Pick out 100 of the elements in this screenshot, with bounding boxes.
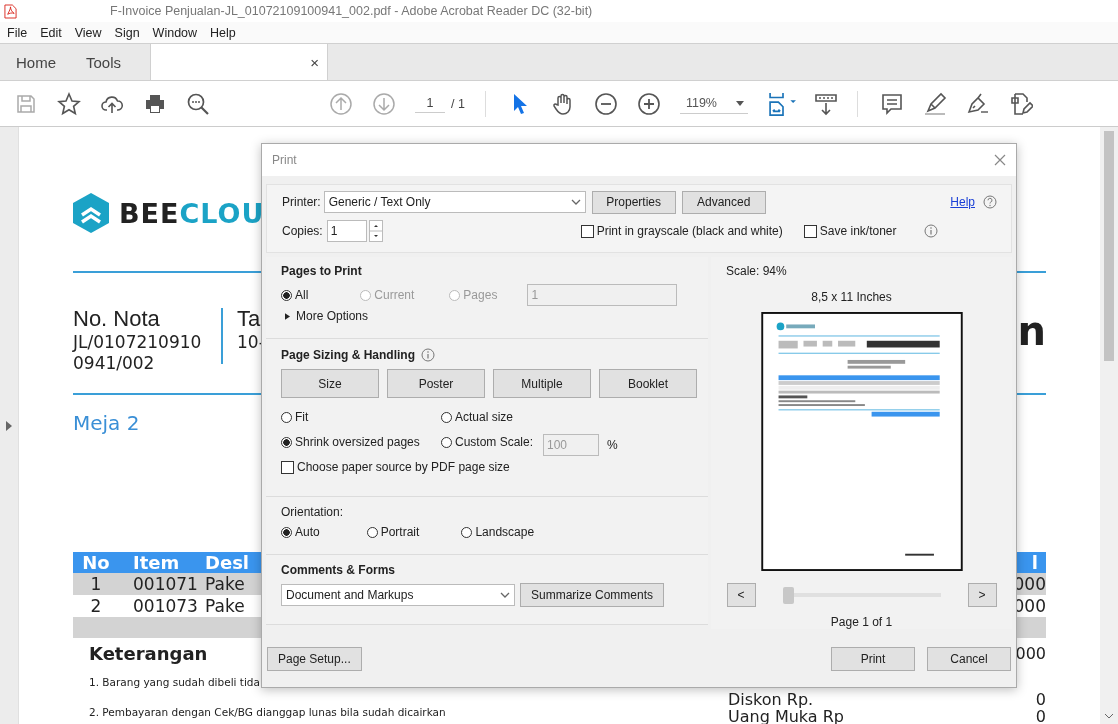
note-text: 1. Barang yang sudah dibeli tida (89, 675, 260, 689)
checkbox-option[interactable]: Print in grayscale (black and white) (580, 224, 783, 238)
copies-label: Copies: (282, 224, 323, 238)
menu-item[interactable]: Edit (40, 25, 62, 40)
total-label: Diskon Rp. (727, 691, 814, 708)
invoice-title: n (1017, 309, 1046, 352)
radio-option[interactable]: Portrait (366, 525, 420, 539)
close-tab-button[interactable]: × (310, 53, 320, 71)
scroll-mode-icon[interactable] (813, 91, 838, 116)
comments-dropdown[interactable]: Document and Markups (281, 584, 515, 606)
document-tab[interactable]: × (150, 44, 329, 80)
column-header: l (1031, 552, 1039, 574)
printer-dropdown[interactable]: Generic / Text Only (323, 191, 586, 213)
company-logo-text: BEECLOU (119, 199, 265, 227)
radio-option[interactable]: Auto (281, 525, 320, 539)
summarize-comments-button[interactable]: Summarize Comments (520, 583, 665, 607)
tab[interactable]: Tools (71, 44, 137, 80)
more-options-label[interactable]: More Options (296, 309, 369, 323)
copies-field[interactable]: 1 (326, 220, 367, 242)
page-number-field[interactable]: 1 (415, 94, 445, 113)
chevron-down-icon (570, 199, 581, 205)
invoice-number-label: No. Nota (73, 305, 161, 332)
radio-option[interactable]: Landscape (461, 525, 535, 539)
highlighter-icon[interactable] (922, 91, 947, 116)
menu-item[interactable]: Help (210, 25, 236, 40)
dialog-button[interactable]: Properties (591, 190, 676, 214)
page-sizing-button[interactable]: Size (281, 369, 379, 398)
section-heading: Pages to Print (281, 264, 363, 278)
spinner-icon[interactable] (368, 220, 383, 242)
scrollbar[interactable] (1100, 127, 1118, 724)
date-label: Ta (237, 305, 262, 332)
subtotal-value: 000 (1015, 644, 1046, 664)
cancel-button[interactable]: Cancel (927, 647, 1011, 671)
menu-item[interactable]: View (74, 25, 102, 40)
page-indicator: Page 1 of 1 (830, 615, 893, 629)
menu-item[interactable]: Sign (114, 25, 140, 40)
checkbox-option[interactable]: Save ink/toner (803, 224, 897, 238)
page-sizing-button[interactable]: Multiple (493, 369, 591, 398)
print-button[interactable]: Print (831, 647, 915, 671)
scrollbar-thumb[interactable] (1104, 131, 1114, 361)
table-cell: Pake (205, 596, 245, 617)
menu-item[interactable]: Window (152, 25, 198, 40)
page-count: / 1 (451, 96, 465, 111)
pdf-file-icon (4, 3, 17, 19)
pen-sign-icon[interactable] (965, 91, 990, 116)
dialog-button[interactable]: Advanced (681, 190, 766, 214)
previous-page-button[interactable]: < (726, 583, 756, 607)
radio-option[interactable]: Shrink oversized pages (281, 435, 420, 449)
dialog-title: Print (272, 153, 297, 167)
percent-sign: % (607, 438, 618, 452)
chevron-down-icon (500, 592, 510, 598)
info-icon[interactable] (421, 348, 435, 362)
section-heading: Page Sizing & Handling (281, 348, 415, 362)
help-link[interactable]: Help (950, 195, 975, 209)
edit-document-icon[interactable] (1008, 91, 1033, 116)
search-icon[interactable] (186, 91, 210, 116)
tab[interactable]: Home (0, 44, 71, 80)
radio-option[interactable]: Fit (281, 410, 309, 424)
next-page-button[interactable]: > (967, 583, 997, 607)
total-value: 0 (1035, 708, 1046, 724)
comment-icon[interactable] (879, 91, 904, 116)
date-value: 10- (237, 331, 265, 353)
radio-option[interactable]: All (281, 288, 309, 302)
section-heading: Comments & Forms (281, 563, 397, 577)
page-setup-button[interactable]: Page Setup... (267, 647, 362, 671)
column-header: Desl (205, 552, 250, 574)
zoom-dropdown[interactable]: 119% (679, 93, 748, 114)
table-cell-text: 1 (89, 574, 103, 595)
table-cell-text: 001071 (132, 574, 199, 595)
invoice-number: JL/0107210910 (73, 331, 203, 353)
total-value: 0 (1035, 691, 1046, 708)
expand-panel-icon[interactable] (6, 421, 12, 431)
section-heading: Orientation: (281, 505, 345, 519)
more-options-toggle[interactable]: More Options (285, 309, 708, 323)
radio-option[interactable]: Custom Scale: (441, 435, 534, 449)
table-cell-text: 2 (89, 596, 103, 617)
page-sizing-button[interactable]: Poster (387, 369, 485, 398)
close-icon[interactable] (994, 154, 1006, 166)
help-icon[interactable] (983, 195, 997, 209)
table-number: Meja 2 (73, 410, 140, 435)
table-cell-text: 001073 (132, 596, 199, 617)
scale-readout: Scale: 94% (726, 264, 787, 278)
window-title: F-Invoice Penjualan-JL_01072109100941_002.pdf - Adobe Acrobat Reader DC (32-bit) (110, 4, 593, 18)
star-icon[interactable] (57, 91, 81, 116)
zoom-in-icon[interactable] (636, 91, 661, 116)
column-header: Item (132, 552, 181, 574)
menu-item[interactable]: File (7, 25, 28, 40)
table-cell: Pake (205, 574, 245, 595)
radio-option[interactable]: Actual size (441, 410, 514, 424)
printer-label: Printer: (282, 195, 321, 209)
invoice-number: 0941/002 (73, 352, 156, 374)
info-icon[interactable] (923, 224, 938, 238)
checkbox-option[interactable]: Choose paper source by PDF page size (281, 460, 708, 474)
zoom-out-icon[interactable] (593, 91, 618, 116)
page-sizing-button[interactable]: Booklet (599, 369, 697, 398)
hexagon-logo-icon (73, 193, 109, 233)
chevron-down-icon[interactable] (1105, 714, 1113, 719)
slider-thumb[interactable] (782, 586, 794, 604)
note-text: 2. Pembayaran dengan Cek/BG dianggap lunas bila sudah dicairkan (89, 705, 446, 719)
paper-size: 8,5 x 11 Inches (811, 290, 892, 304)
